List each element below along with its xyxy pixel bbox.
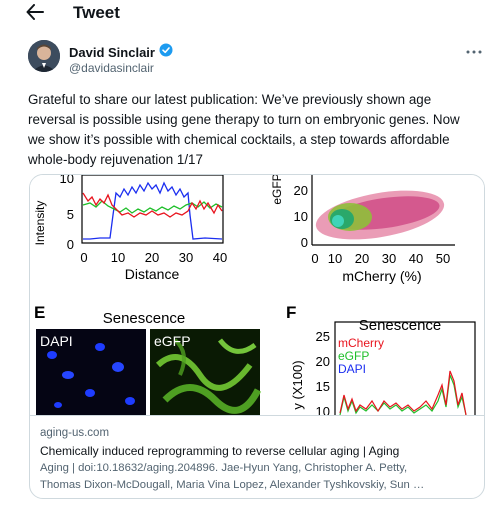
card-meta[interactable]: aging-us.com Chemically induced reprogra… [30, 415, 484, 498]
panel-d-ytick: 10 [60, 175, 74, 186]
card-title: Chemically induced reprogramming to reve… [40, 444, 400, 458]
tweet-text-line: reversal is possible using gene therapy … [28, 112, 460, 127]
panel-flow-ylabel: eGFP [270, 175, 284, 205]
panel-d-xtick: 0 [80, 250, 87, 265]
panel-d-xtick: 40 [213, 250, 227, 265]
page-title: Tweet [73, 3, 120, 22]
panel-d-xtick: 30 [179, 250, 193, 265]
panel-flow-xtick: 30 [382, 251, 396, 266]
panel-flow-xtick: 40 [409, 251, 423, 266]
author-handle[interactable]: @davidasinclair [69, 61, 154, 75]
panel-e-microscopy: E Senescence DAPI eGFP [34, 303, 262, 415]
tweet-text: Grateful to share our latest publication… [28, 90, 490, 170]
avatar[interactable] [28, 40, 60, 72]
panel-d-ytick: 0 [67, 237, 74, 252]
panel-f-legend-item: DAPI [338, 362, 366, 376]
panel-f-title: Senescence [359, 317, 442, 334]
panel-d-xlabel: Distance [125, 266, 180, 282]
panel-f-legend-item: mCherry [338, 336, 384, 350]
verified-badge-icon [159, 43, 173, 62]
panel-f-ytick: 20 [316, 354, 330, 369]
panel-e-egfp-label: eGFP [154, 333, 191, 349]
tweet-text-line: whole-body rejuvenation 1/17 [28, 152, 203, 167]
panel-flow-xtick: 50 [436, 251, 450, 266]
card-description-line: Thomas Dixon-McDougall, Maria Vina Lopez… [40, 479, 425, 491]
panel-f-letter: F [286, 303, 296, 322]
panel-flow-xtick: 0 [311, 251, 318, 266]
panel-e-title: Senescence [103, 310, 186, 327]
panel-f-ytick: 10 [316, 404, 330, 415]
panel-d-ytick: 5 [67, 207, 74, 222]
author-name[interactable]: David Sinclair [69, 45, 155, 60]
more-button[interactable] [460, 40, 488, 60]
panel-flow-ytick: 20 [294, 183, 308, 198]
link-card[interactable]: Intensity 10 5 0 0 10 20 30 40 Distance … [29, 174, 485, 499]
panel-intensity-plot: Intensity 10 5 0 0 10 20 30 40 Distance [33, 175, 227, 282]
card-description-line: Aging | doi:10.18632/aging.204896. Jae-H… [40, 462, 408, 474]
panel-flow-xlabel: mCherry (%) [342, 268, 421, 284]
panel-f-plot: F Senescence y (X100) 25 20 15 10 mCherr… [286, 303, 476, 415]
card-domain: aging-us.com [40, 427, 110, 439]
back-button[interactable] [22, 3, 48, 25]
more-horizontal-icon [466, 41, 482, 59]
panel-flow-xtick: 20 [355, 251, 369, 266]
panel-e-letter: E [34, 303, 45, 322]
panel-d-xtick: 20 [145, 250, 159, 265]
panel-e-dapi-label: DAPI [40, 333, 73, 349]
tweet-author: David Sinclair @davidasinclair [28, 40, 488, 80]
panel-flow-ytick: 10 [294, 209, 308, 224]
panel-flow-ytick: 0 [301, 235, 308, 250]
tweet-text-line: Grateful to share our latest publication… [28, 92, 432, 107]
panel-flow-xtick: 10 [328, 251, 342, 266]
panel-f-ytick: 15 [316, 379, 330, 394]
top-bar: Tweet [0, 0, 504, 28]
arrow-left-icon [26, 3, 44, 25]
panel-d-xtick: 10 [111, 250, 125, 265]
panel-flow-density-plot: eGFP 20 10 0 0 10 20 30 40 50 mCherry (%… [270, 175, 455, 284]
panel-d-ylabel: Intensity [33, 201, 47, 246]
panel-f-ytick: 25 [316, 329, 330, 344]
card-figure-image[interactable]: Intensity 10 5 0 0 10 20 30 40 Distance … [30, 175, 484, 415]
panel-f-ylabel: y (X100) [290, 360, 305, 409]
panel-f-legend-item: eGFP [338, 349, 369, 363]
tweet-text-line: we show it’s possible with chemical cock… [28, 132, 450, 147]
